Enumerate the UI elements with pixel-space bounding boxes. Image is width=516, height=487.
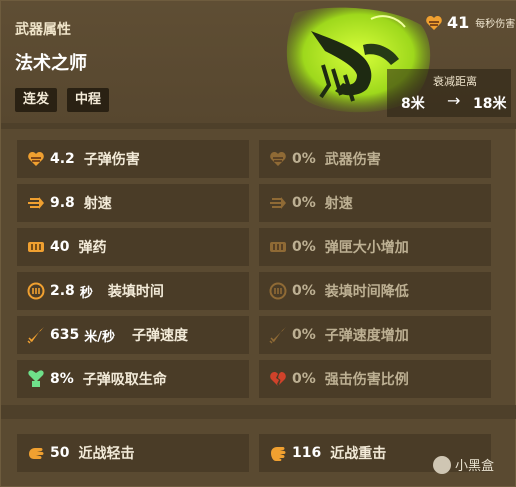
category-title: 武器属性	[15, 22, 71, 38]
tag-range: 中程	[67, 88, 110, 112]
weapon-header: 武器属性 法术之师 连发 中程 41 每秒伤害 衰减距离 8米 → 18米	[1, 1, 516, 123]
reload-icon	[27, 282, 45, 300]
stat-fire-rate: 9.8 射速	[17, 184, 249, 222]
lifesteal-icon	[28, 370, 44, 387]
stat-value: 0%	[292, 283, 316, 299]
fire-rate-icon	[28, 197, 44, 209]
divider	[1, 123, 516, 129]
stat-label: 装填时间	[107, 284, 164, 300]
stat-label: 武器伤害	[324, 152, 381, 168]
stat-value: 8%	[50, 371, 74, 387]
falloff-label: 衰减距离	[433, 75, 477, 88]
stat-value: 0%	[292, 195, 316, 211]
stat-value: 4.2	[50, 151, 75, 167]
stat-value: 0%	[292, 371, 316, 387]
tag-burst: 连发	[15, 88, 58, 112]
weapon-damage-icon	[270, 152, 286, 166]
stat-label: 近战轻击	[78, 446, 135, 462]
dps-value: 41	[447, 13, 470, 32]
stat-value: 9.8	[50, 195, 75, 211]
reload-icon	[269, 282, 287, 300]
divider	[1, 405, 516, 419]
stat-value: 0%	[292, 327, 316, 343]
watermark-text: 小黑盒	[455, 459, 495, 474]
stat-bullet-velocity-bonus: 0% 子弹速度增加	[259, 316, 491, 354]
stat-label: 强击伤害比例	[324, 372, 409, 388]
stat-ammo: 40 弹药	[17, 228, 249, 266]
stat-label: 弹药	[78, 240, 107, 256]
stat-bullet-velocity: 635 米/秒 子弹速度	[17, 316, 249, 354]
stat-fire-rate-bonus: 0% 射速	[259, 184, 491, 222]
stat-label: 子弹吸取生命	[82, 372, 167, 388]
ammo-icon	[270, 242, 286, 252]
watermark: 小黑盒	[433, 455, 494, 474]
xiaoheihe-logo-icon	[433, 455, 451, 474]
stat-label: 射速	[324, 196, 353, 212]
stat-crit-damage: 0% 强击伤害比例	[259, 360, 491, 398]
stat-value: 50	[50, 445, 70, 461]
fire-rate-icon	[270, 197, 286, 209]
broken-heart-icon	[270, 372, 286, 386]
dps-display: 41 每秒伤害	[425, 13, 515, 32]
bullet-velocity-icon	[269, 327, 286, 344]
weapon-stats-panel: 武器属性 法术之师 连发 中程 41 每秒伤害 衰减距离 8米 → 18米 4.…	[0, 0, 516, 487]
ammo-icon	[28, 242, 44, 252]
stat-magazine-size: 0% 弹匣大小增加	[259, 228, 491, 266]
stat-unit: 秒	[79, 285, 93, 301]
stat-label: 装填时间降低	[324, 284, 409, 300]
stat-reload-time: 2.8 秒 装填时间	[17, 272, 249, 310]
stat-value: 116	[292, 445, 322, 461]
heart-bullet-icon	[426, 15, 442, 30]
stat-value: 0%	[292, 239, 316, 255]
dps-label: 每秒伤害	[475, 19, 516, 30]
stat-bullet-damage: 4.2 子弹伤害	[17, 140, 249, 178]
arrow-right-icon: →	[447, 91, 461, 110]
stat-label: 子弹伤害	[83, 152, 140, 168]
stat-value: 635	[50, 327, 80, 343]
stat-reload-reduction: 0% 装填时间降低	[259, 272, 491, 310]
stat-weapon-damage: 0% 武器伤害	[259, 140, 491, 178]
light-melee-icon	[29, 448, 44, 459]
stat-value: 0%	[292, 151, 316, 167]
heart-bullet-icon	[28, 152, 44, 166]
stat-value: 2.8	[50, 283, 75, 299]
weapon-name: 法术之师	[15, 53, 87, 74]
falloff-to: 18米	[473, 96, 507, 112]
stat-label: 近战重击	[330, 446, 387, 462]
heavy-melee-icon	[271, 447, 286, 461]
stat-label: 子弹速度	[131, 328, 188, 344]
stat-label: 射速	[83, 196, 112, 212]
stat-lifesteal: 8% 子弹吸取生命	[17, 360, 249, 398]
falloff-from: 8米	[401, 96, 425, 112]
stat-label: 子弹速度增加	[324, 328, 409, 344]
stat-light-melee: 50 近战轻击	[17, 434, 249, 472]
bullet-velocity-icon	[27, 327, 44, 344]
stat-unit: 米/秒	[84, 329, 115, 345]
stat-value: 40	[50, 239, 70, 255]
stat-label: 弹匣大小增加	[324, 240, 409, 256]
